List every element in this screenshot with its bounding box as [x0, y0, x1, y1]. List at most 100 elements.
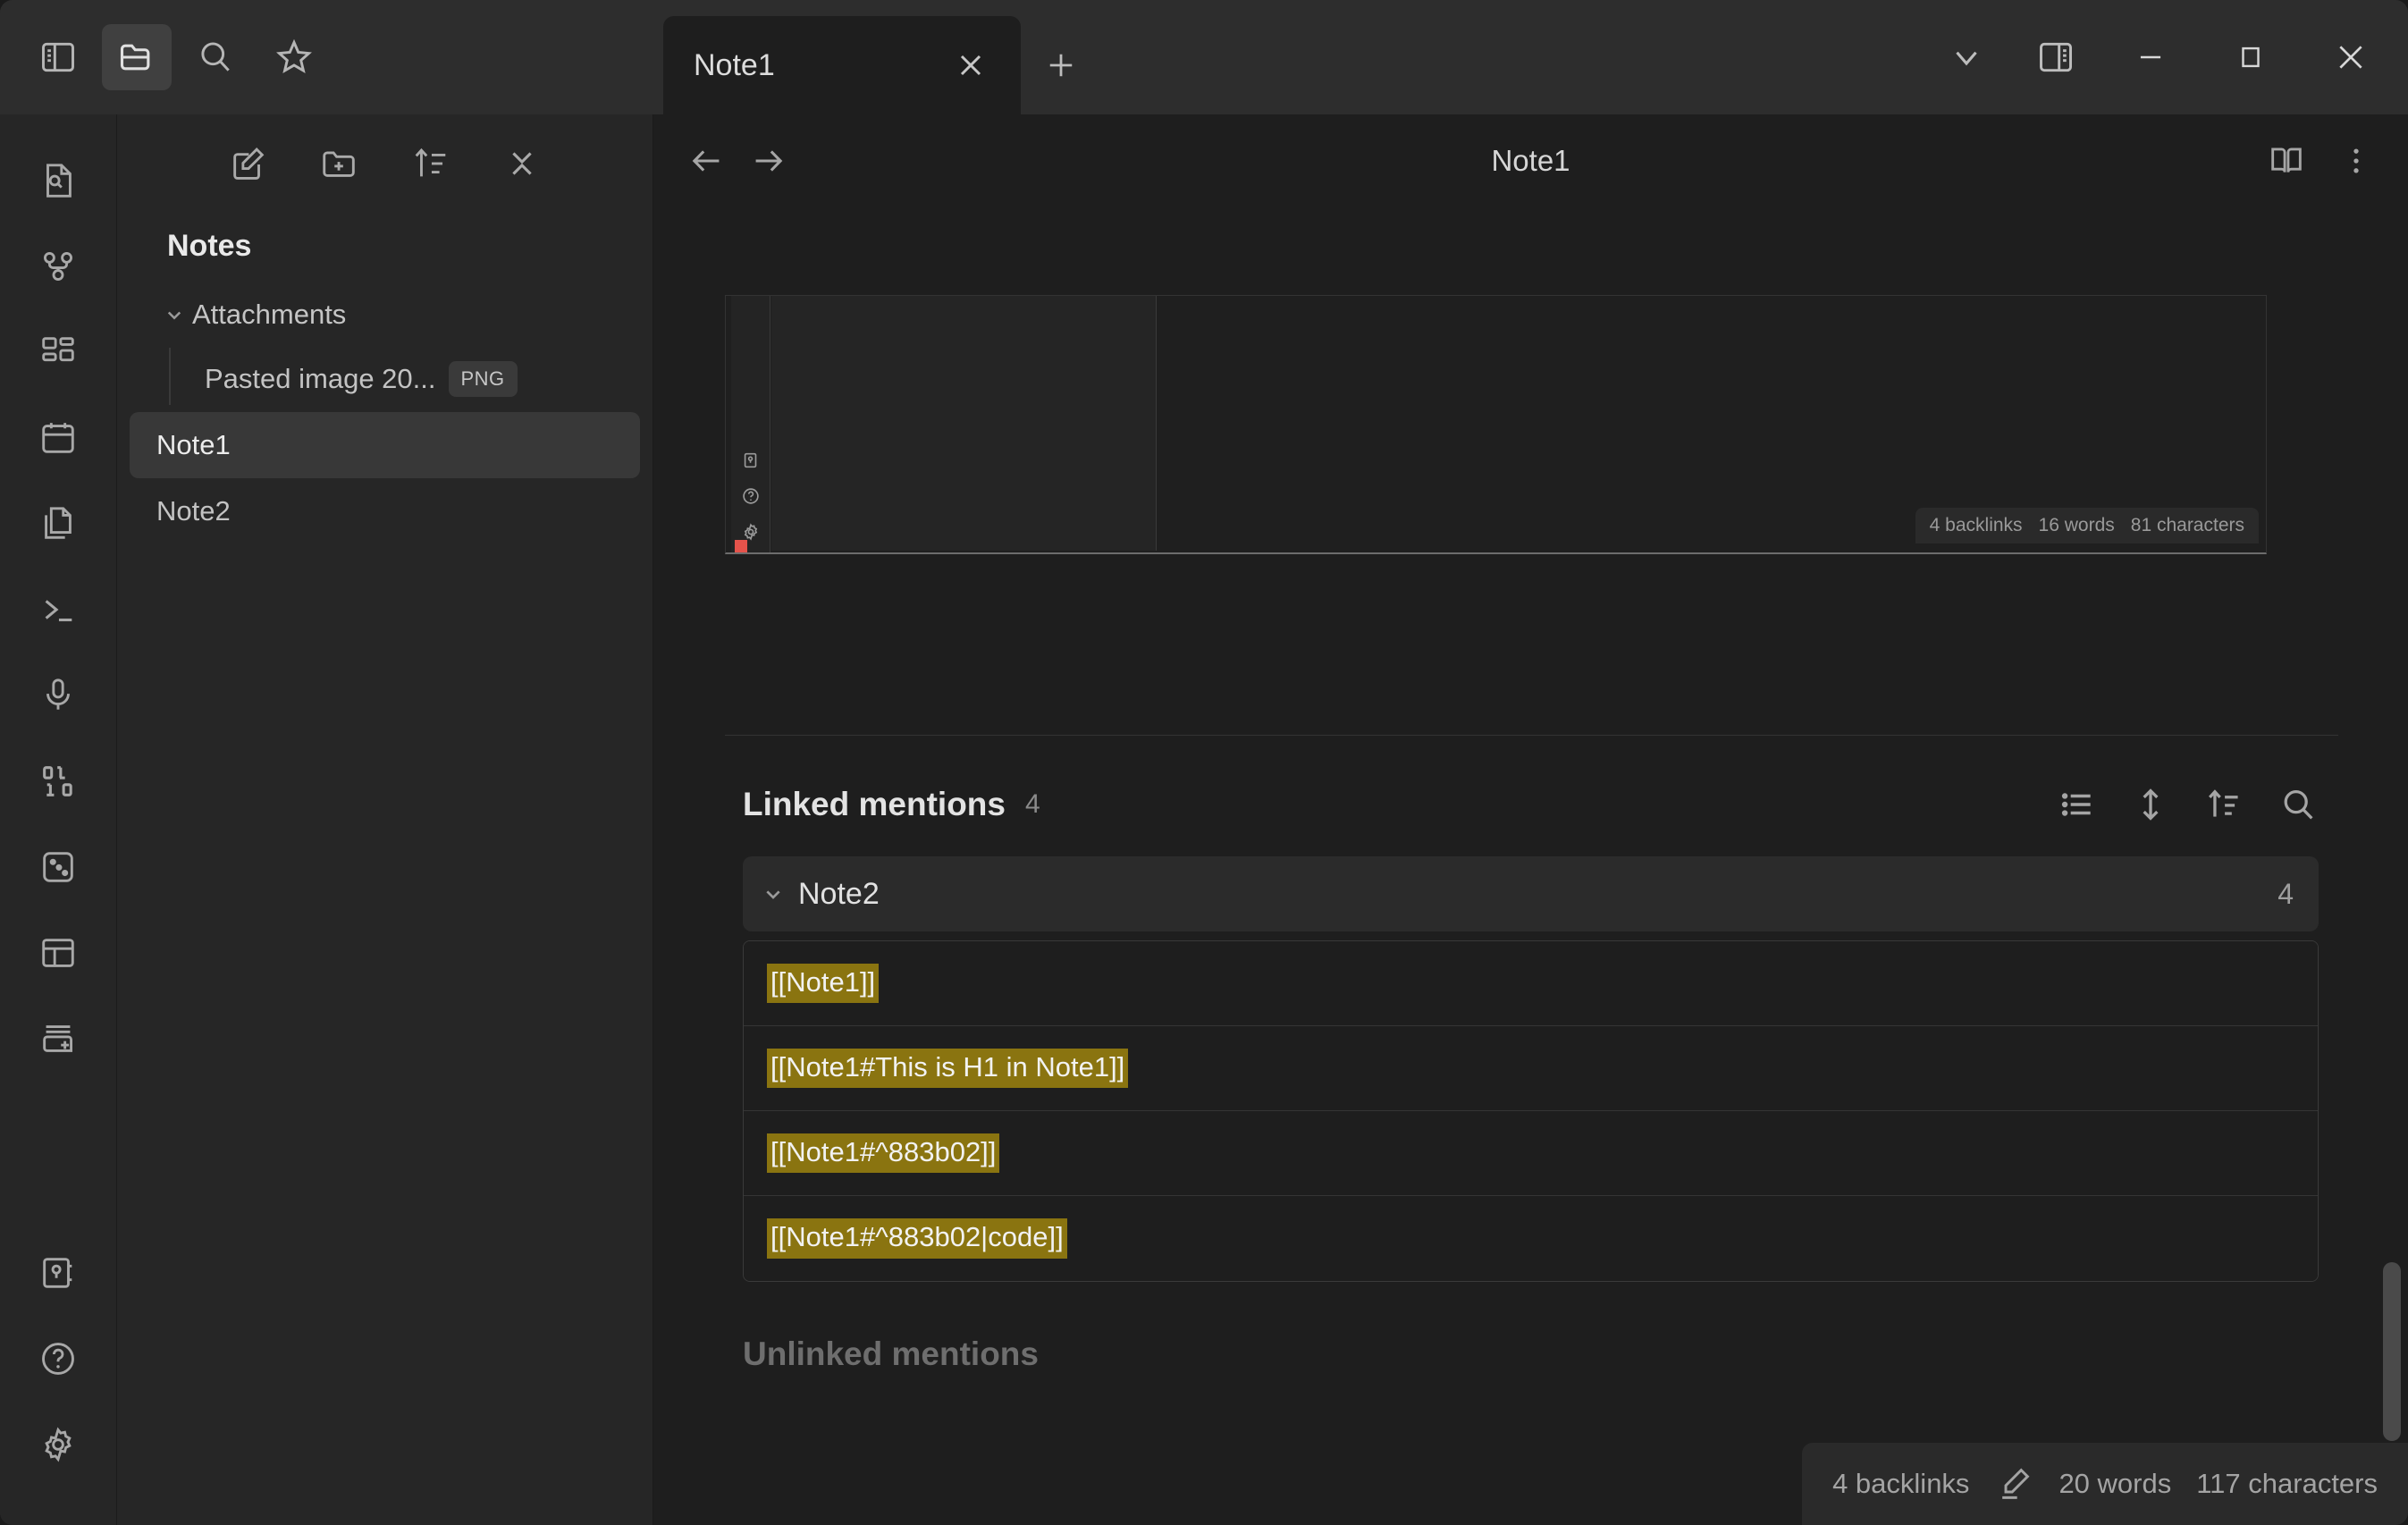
more-options-icon[interactable] — [2326, 131, 2387, 191]
terminal-icon[interactable] — [21, 576, 95, 644]
reading-view-icon[interactable] — [2256, 131, 2317, 191]
file-note1[interactable]: Note1 — [130, 412, 640, 478]
folder-attachments[interactable]: Attachments — [130, 283, 640, 346]
status-character-count[interactable]: 117 characters — [2196, 1468, 2378, 1500]
embedded-image[interactable]: 4 backlinks 16 words 81 characters — [725, 295, 2267, 554]
bookmarks-icon[interactable] — [259, 24, 329, 90]
ribbon-rail — [0, 114, 117, 1525]
change-sort-order-icon[interactable] — [2204, 785, 2244, 824]
titlebar-left-icons — [0, 0, 653, 114]
folder-label: Attachments — [192, 299, 347, 330]
collapse-results-icon[interactable] — [2131, 785, 2170, 824]
file-type-badge: PNG — [448, 361, 518, 397]
backlinks-count: 4 — [1024, 789, 1040, 819]
chevron-down-icon[interactable] — [1924, 11, 2009, 104]
help-icon — [741, 486, 761, 506]
tab-note1[interactable]: Note1 — [663, 16, 1021, 114]
file-label: Note1 — [156, 429, 231, 460]
backlink-match-text: [[Note1]] — [767, 963, 880, 1004]
file-pasted-image[interactable]: Pasted image 20... PNG — [178, 346, 640, 412]
root-file-list: Note1 Note2 — [117, 412, 653, 544]
embedded-ribbon — [731, 296, 770, 552]
page-title: Note1 — [1491, 144, 1570, 177]
collapse-all-icon[interactable] — [494, 136, 550, 191]
edit-pencil-icon[interactable] — [1994, 1464, 2033, 1504]
binary-icon[interactable] — [21, 747, 95, 815]
settings-icon — [741, 522, 761, 542]
embedded-panel — [771, 296, 1157, 551]
backlinks-pane: Linked mentions 4 Note2 4 [[Note1]] [[No… — [653, 762, 2408, 1373]
search-icon[interactable] — [181, 24, 250, 90]
backlinks-group-label: Note2 — [798, 876, 880, 911]
backlink-match-text: [[Note1#^883b02]] — [767, 1133, 1000, 1174]
vault-name: Notes — [167, 229, 252, 263]
layout-icon[interactable] — [21, 919, 95, 987]
settings-icon[interactable] — [21, 1411, 95, 1479]
vault-switcher-icon[interactable] — [21, 1239, 95, 1307]
backlinks-group-note2[interactable]: Note2 4 — [743, 856, 2319, 931]
copy-file-icon[interactable] — [21, 490, 95, 558]
titlebar-right — [1924, 0, 2408, 114]
backlink-result-row[interactable]: [[Note1#^883b02|code]] — [744, 1196, 2318, 1281]
new-folder-icon[interactable] — [312, 136, 367, 191]
new-card-icon[interactable] — [21, 1005, 95, 1073]
backlinks-group-count: 4 — [2277, 877, 2294, 910]
dice-icon[interactable] — [21, 833, 95, 901]
titlebar: Note1 — [0, 0, 2408, 114]
backlink-match-text: [[Note1#This is H1 in Note1]] — [767, 1048, 1129, 1089]
backlinks-title: Linked mentions — [743, 786, 1006, 822]
chevron-down-icon — [755, 880, 791, 908]
forward-arrow-icon[interactable] — [737, 131, 798, 191]
view-header-actions — [2256, 131, 2387, 191]
quick-switcher-icon[interactable] — [21, 147, 95, 215]
toggle-right-sidebar-icon[interactable] — [2013, 11, 2099, 104]
files-icon[interactable] — [102, 24, 172, 90]
graph-view-icon[interactable] — [21, 232, 95, 300]
embedded-accent-marker — [735, 540, 747, 552]
new-note-icon[interactable] — [221, 136, 276, 191]
explorer-toolbar — [117, 114, 653, 213]
file-tree: Attachments Pasted image 20... PNG — [117, 273, 653, 412]
toggle-left-sidebar-icon[interactable] — [23, 24, 93, 90]
file-note2[interactable]: Note2 — [130, 478, 640, 544]
canvas-icon[interactable] — [21, 318, 95, 386]
close-icon[interactable] — [946, 40, 996, 90]
status-word-count[interactable]: 20 words — [2059, 1468, 2171, 1500]
embedded-status-bar: 4 backlinks 16 words 81 characters — [1915, 508, 2259, 543]
backlink-match-text: [[Note1#^883b02|code]] — [767, 1218, 1067, 1259]
help-icon[interactable] — [21, 1325, 95, 1393]
status-bar: 4 backlinks 20 words 117 characters — [1802, 1443, 2408, 1525]
sort-icon[interactable] — [403, 136, 459, 191]
backlink-result-row[interactable]: [[Note1#^883b02]] — [744, 1111, 2318, 1196]
unlinked-mentions-title[interactable]: Unlinked mentions — [653, 1282, 2408, 1373]
embedded-backlinks-count: 4 backlinks — [1929, 515, 2023, 535]
new-tab-icon[interactable] — [1021, 16, 1101, 114]
search-backlinks-icon[interactable] — [2277, 784, 2319, 825]
microphone-icon[interactable] — [21, 661, 95, 729]
daily-note-icon[interactable] — [21, 404, 95, 472]
view-header: Note1 — [653, 114, 2408, 207]
content-divider — [725, 735, 2338, 736]
show-more-context-icon[interactable] — [2058, 785, 2097, 824]
tab-label: Note1 — [694, 47, 775, 82]
maximize-button[interactable] — [2202, 0, 2299, 114]
status-backlinks-count[interactable]: 4 backlinks — [1832, 1468, 1969, 1500]
obsidian-window: Note1 Notes Attachments Pasted image 20.… — [0, 0, 2408, 1525]
backlinks-results: [[Note1]] [[Note1#This is H1 in Note1]] … — [743, 940, 2319, 1282]
backlinks-header: Linked mentions 4 — [653, 762, 2408, 847]
close-button[interactable] — [2303, 0, 2399, 114]
backlink-result-row[interactable]: [[Note1#This is H1 in Note1]] — [744, 1026, 2318, 1111]
minimize-button[interactable] — [2102, 0, 2199, 114]
back-arrow-icon[interactable] — [677, 131, 737, 191]
vault-switcher-icon — [741, 451, 761, 470]
main-view: Note1 4 backlinks 16 words 81 characters… — [653, 114, 2408, 1525]
folder-children: Pasted image 20... PNG — [130, 346, 640, 412]
embedded-character-count: 81 characters — [2130, 515, 2244, 535]
embedded-word-count: 16 words — [2038, 515, 2115, 535]
backlinks-tools — [2058, 784, 2319, 825]
file-label: Pasted image 20... — [205, 363, 436, 394]
note-content: 4 backlinks 16 words 81 characters Linke… — [653, 207, 2408, 1525]
vertical-scrollbar[interactable] — [2383, 1262, 2401, 1441]
file-explorer: Notes Attachments Pasted image 20... PNG — [117, 114, 653, 1525]
backlink-result-row[interactable]: [[Note1]] — [744, 941, 2318, 1026]
